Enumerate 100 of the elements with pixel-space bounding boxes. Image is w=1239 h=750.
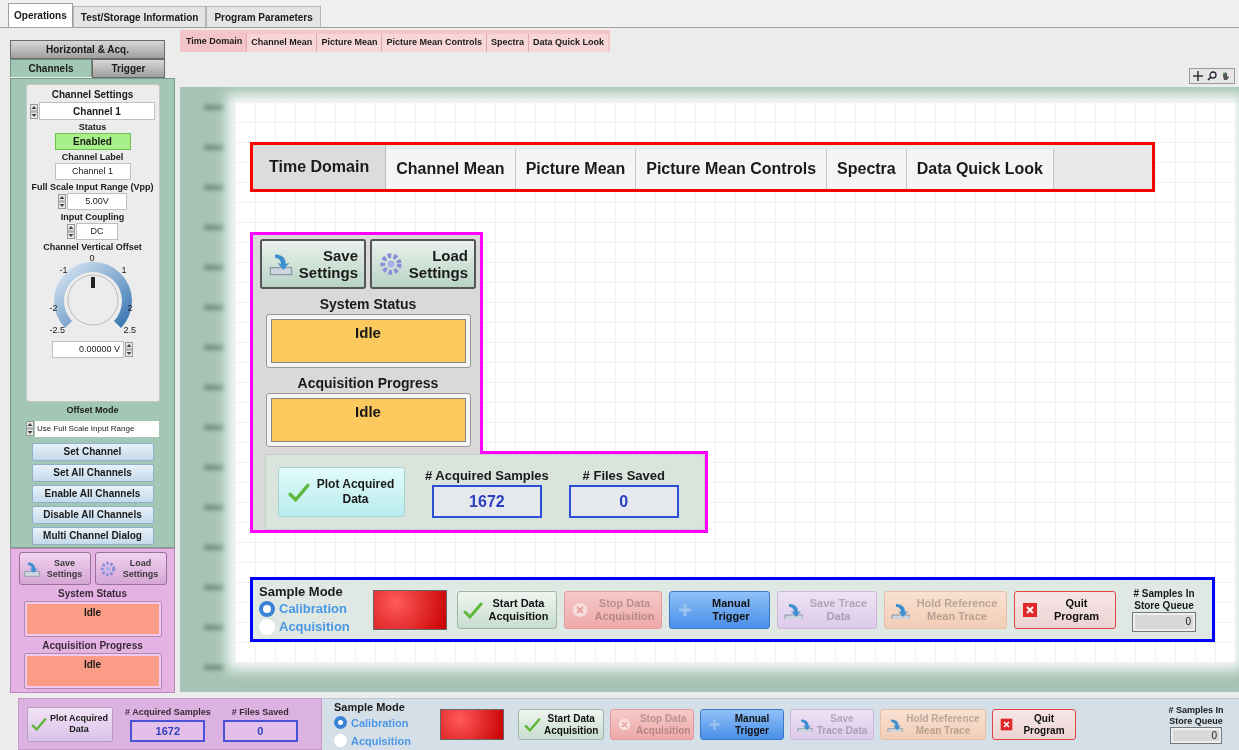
field-caption: # Samples In Store Queue bbox=[1132, 587, 1196, 612]
field-caption: Full Scale Input Range (Vpp) bbox=[31, 181, 154, 193]
tab[interactable]: Picture Mean Controls bbox=[636, 149, 828, 189]
x-circle-icon bbox=[570, 600, 590, 619]
action-button[interactable]: Manual Trigger bbox=[669, 590, 770, 629]
dial-label: -1 bbox=[59, 265, 68, 275]
field-caption: # Acquired Samples bbox=[425, 466, 549, 485]
field-caption: Channel Vertical Offset bbox=[43, 241, 142, 253]
offset-mode-selector[interactable]: Use Full Scale Input Range bbox=[35, 420, 159, 437]
gear-icon bbox=[378, 251, 404, 277]
dial-label: 1 bbox=[121, 265, 127, 275]
counter-display: 0 bbox=[568, 485, 679, 519]
status-display: Idle bbox=[26, 656, 159, 686]
settings-button[interactable]: Load Settings bbox=[94, 552, 167, 585]
tray-arrow-icon bbox=[796, 717, 813, 732]
checkmark-icon bbox=[31, 717, 47, 731]
offset-field[interactable]: 0.00000 V bbox=[52, 341, 124, 358]
crosshair-icon[interactable] bbox=[1193, 71, 1203, 81]
dial-label: -2 bbox=[49, 303, 58, 313]
gear-icon bbox=[98, 559, 117, 578]
channel-button[interactable]: Set All Channels bbox=[31, 463, 154, 482]
radio-button[interactable] bbox=[334, 734, 347, 747]
spinner-control[interactable] bbox=[67, 224, 75, 239]
spinner-control[interactable] bbox=[125, 342, 133, 357]
field-caption: System Status bbox=[319, 296, 417, 313]
close-icon bbox=[1020, 600, 1040, 619]
field-caption: Channel Label bbox=[61, 151, 124, 163]
counter-display: 1672 bbox=[130, 719, 206, 742]
action-button[interactable]: Manual Trigger bbox=[700, 709, 784, 740]
queue-display: 0 bbox=[1170, 727, 1222, 744]
sub-tab[interactable]: Data Quick Look bbox=[527, 34, 608, 52]
channel-button[interactable]: Multi Channel Dialog bbox=[31, 526, 154, 545]
sub-tab[interactable]: Picture Mean bbox=[316, 34, 382, 52]
action-button[interactable]: Quit Program bbox=[992, 709, 1076, 740]
field-caption: Status bbox=[78, 121, 107, 133]
main-tab[interactable]: Operations bbox=[8, 3, 73, 27]
spinner-control[interactable] bbox=[30, 103, 38, 119]
channel-button[interactable]: Disable All Channels bbox=[31, 505, 154, 524]
action-button[interactable]: Start Data Acquisition bbox=[457, 590, 557, 629]
radio-button[interactable] bbox=[334, 716, 347, 729]
section-title: Channel Settings bbox=[51, 88, 134, 101]
tab[interactable]: Picture Mean bbox=[515, 149, 637, 189]
dial-label: -2.5 bbox=[49, 325, 65, 335]
action-button[interactable]: Start Data Acquisition bbox=[518, 709, 604, 740]
section-title: Sample Mode bbox=[334, 699, 406, 714]
main-tab[interactable]: Program Parameters bbox=[206, 6, 321, 27]
main-tab[interactable]: Test/Storage Information bbox=[72, 6, 207, 27]
radio-button[interactable] bbox=[259, 600, 275, 617]
status-indicator: Enabled bbox=[54, 133, 131, 150]
tab[interactable]: Channel Mean bbox=[386, 149, 516, 189]
range-selector[interactable]: 5.00V bbox=[67, 193, 127, 210]
status-display: Idle bbox=[270, 319, 466, 363]
input-field[interactable]: Channel 1 bbox=[54, 163, 131, 180]
field-caption: Offset Mode bbox=[66, 404, 119, 417]
checkmark-icon bbox=[287, 482, 311, 502]
sub-tab[interactable]: Channel Mean bbox=[246, 34, 317, 52]
zoom-icon[interactable] bbox=[1207, 71, 1217, 81]
coupling-selector[interactable]: DC bbox=[76, 223, 118, 240]
dial-label: 0 bbox=[89, 253, 95, 263]
sub-tab[interactable]: Spectra bbox=[485, 34, 528, 52]
tab[interactable]: Time Domain bbox=[253, 145, 387, 189]
field-caption: # Acquired Samples bbox=[125, 706, 211, 720]
side-tab[interactable]: Channels bbox=[10, 59, 92, 77]
field-caption: # Files Saved bbox=[231, 706, 289, 720]
side-tab[interactable]: Trigger bbox=[92, 59, 165, 78]
sub-tab[interactable]: Picture Mean Controls bbox=[381, 34, 486, 52]
field-caption: # Files Saved bbox=[582, 466, 665, 485]
section-title: Sample Mode bbox=[259, 583, 344, 600]
action-button[interactable]: Quit Program bbox=[1014, 590, 1116, 629]
tray-arrow-icon bbox=[886, 717, 903, 732]
counter-display: 0 bbox=[222, 719, 298, 742]
checkmark-icon bbox=[463, 600, 483, 619]
settings-button[interactable]: Load Settings bbox=[370, 239, 476, 289]
plot-button[interactable]: Plot Acquired Data bbox=[278, 467, 405, 517]
field-caption: System Status bbox=[58, 588, 127, 600]
graph-toolbar[interactable] bbox=[1189, 68, 1235, 84]
tab[interactable]: Spectra bbox=[827, 149, 907, 189]
hand-icon[interactable] bbox=[1221, 71, 1231, 81]
channel-selector[interactable]: Channel 1 bbox=[39, 102, 155, 120]
spinner-control[interactable] bbox=[26, 421, 34, 436]
close-icon bbox=[998, 717, 1015, 732]
field-caption: Input Coupling bbox=[60, 211, 125, 223]
settings-button[interactable]: Save Settings bbox=[18, 552, 91, 585]
radio-button[interactable] bbox=[259, 618, 275, 635]
channel-button[interactable]: Set Channel bbox=[31, 442, 154, 461]
plot-button[interactable]: Plot Acquired Data bbox=[27, 706, 113, 742]
x-circle-icon bbox=[616, 717, 633, 732]
tab[interactable]: Data Quick Look bbox=[906, 149, 1054, 189]
status-display: Idle bbox=[270, 398, 466, 442]
channel-button[interactable]: Enable All Channels bbox=[31, 484, 154, 503]
dial-label: 2 bbox=[127, 303, 133, 313]
spinner-control[interactable] bbox=[58, 194, 66, 209]
counter-display: 1672 bbox=[431, 485, 542, 519]
field-caption: Acquisition Progress bbox=[297, 375, 439, 392]
field-caption: Acquisition Progress bbox=[42, 640, 143, 652]
settings-button[interactable]: Save Settings bbox=[260, 239, 366, 289]
status-display: Idle bbox=[26, 604, 159, 634]
dial-label: 2.5 bbox=[123, 325, 136, 335]
checkmark-icon bbox=[524, 717, 541, 732]
side-tab[interactable]: Horizontal & Acq. bbox=[10, 40, 165, 59]
